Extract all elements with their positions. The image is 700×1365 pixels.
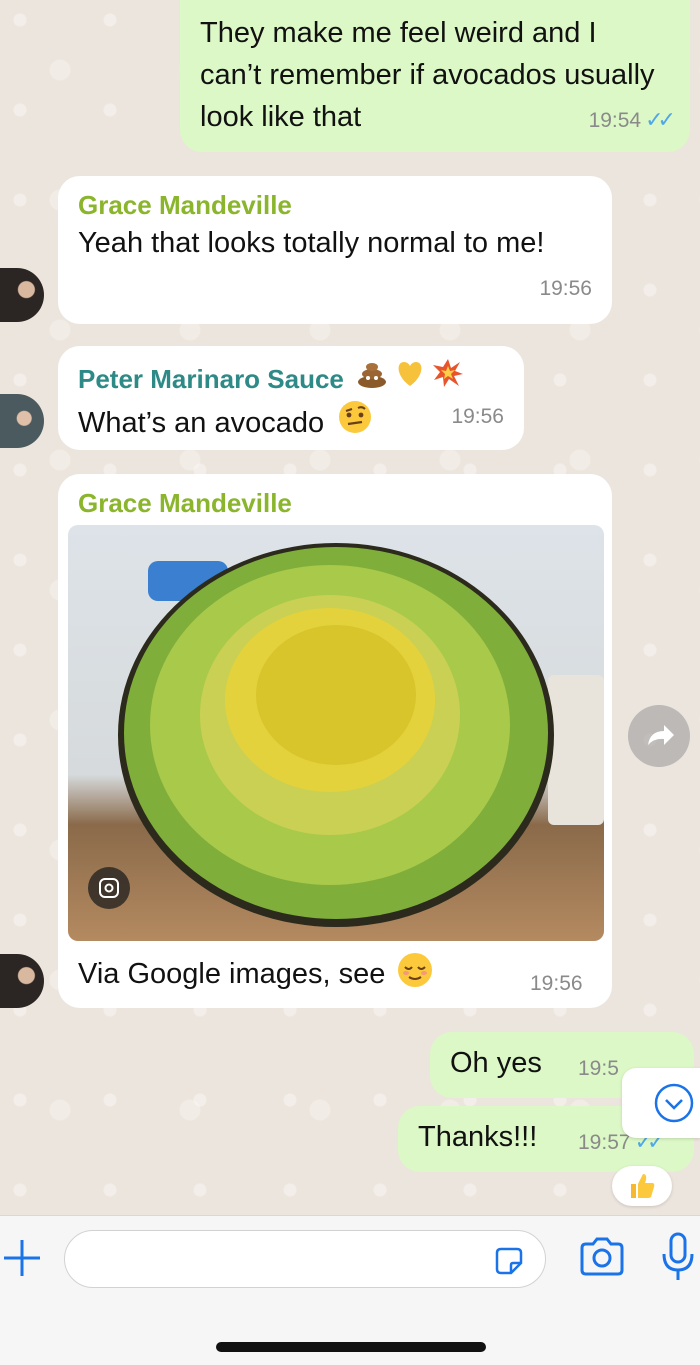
chat-background: They make me feel weird and I can’t reme… — [0, 0, 700, 1215]
message-time: 19:56 — [530, 972, 583, 995]
avatar[interactable] — [0, 268, 44, 322]
composer-bar — [0, 1215, 700, 1365]
message-time: 19:54 ✓✓ — [588, 107, 676, 132]
message-text: Oh yes — [450, 1047, 542, 1079]
raised-eyebrow-emoji-icon — [338, 400, 372, 446]
camera-icon[interactable] — [578, 1236, 626, 1283]
message-input[interactable] — [64, 1230, 546, 1288]
scroll-down-button[interactable] — [622, 1068, 700, 1138]
message-text: What’s an avocado — [78, 407, 325, 439]
message-time: 19:56 — [539, 277, 592, 300]
forward-button[interactable] — [628, 705, 690, 767]
relieved-emoji-icon — [397, 952, 433, 996]
visual-lookup-icon[interactable] — [88, 867, 130, 909]
avocado-photo[interactable] — [68, 525, 604, 941]
poop-emoji-icon — [356, 358, 388, 400]
sender-name[interactable]: Grace Mandeville — [78, 188, 592, 222]
sender-name[interactable]: Peter Marinaro Sauce — [78, 362, 344, 396]
message-incoming[interactable]: Peter Marinaro Sauce What’s an avocado 1… — [58, 346, 524, 450]
thumbs-up-reaction[interactable] — [612, 1166, 672, 1206]
message-incoming[interactable]: Grace Mandeville Yeah that looks totally… — [58, 176, 612, 324]
sender-name[interactable]: Grace Mandeville — [78, 486, 592, 520]
read-ticks-icon: ✓✓ — [645, 107, 676, 132]
message-time: 19:56 — [451, 405, 504, 428]
collision-icon — [432, 358, 464, 400]
message-time: 19:5 — [578, 1057, 619, 1080]
sticker-icon[interactable] — [493, 1245, 525, 1282]
plus-icon[interactable] — [0, 1236, 44, 1280]
thumbs-up-icon — [631, 1174, 655, 1198]
message-text: Yeah that looks totally normal to me! — [78, 227, 545, 259]
avatar[interactable] — [0, 394, 44, 448]
avatar[interactable] — [0, 954, 44, 1008]
image-caption: Via Google images, see — [78, 957, 386, 990]
yellow-heart-icon — [394, 358, 426, 400]
home-indicator — [216, 1342, 486, 1352]
message-outgoing[interactable]: They make me feel weird and I can’t reme… — [180, 0, 690, 152]
microphone-icon[interactable] — [660, 1232, 696, 1289]
message-text: Thanks!!! — [418, 1121, 538, 1153]
